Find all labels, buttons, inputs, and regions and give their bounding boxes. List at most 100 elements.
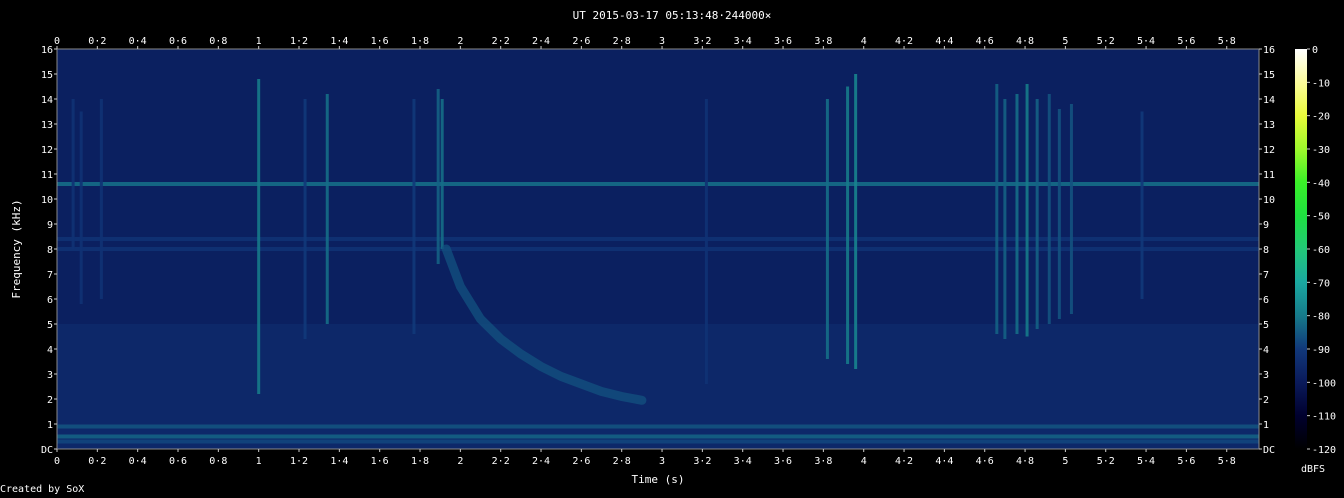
x-tick-label-top: 0·4 <box>129 36 147 47</box>
y-tick-label-left: 1 <box>47 420 53 431</box>
x-tick-label-top: 4·8 <box>1016 36 1034 47</box>
colorbar-tick-label: -90 <box>1312 345 1330 356</box>
x-tick-label-top: 0·8 <box>209 36 227 47</box>
vertical-burst <box>71 99 75 249</box>
x-tick-label-top: 4·4 <box>935 36 953 47</box>
x-tick-label-top: 3·6 <box>774 36 792 47</box>
x-tick-label-top: 2·4 <box>532 36 550 47</box>
x-tick-label-bottom: 2·2 <box>492 456 510 467</box>
colorbar-tick-label: -10 <box>1312 78 1330 89</box>
x-tick-label-bottom: 3·2 <box>693 456 711 467</box>
x-axis-label: Time (s) <box>632 473 685 486</box>
low-frequency-noise-band <box>57 324 1259 449</box>
x-tick-label-top: 5·2 <box>1097 36 1115 47</box>
credit-text: Created by SoX <box>0 484 85 495</box>
y-tick-label-right: 7 <box>1263 270 1269 281</box>
x-tick-label-bottom: 4·4 <box>935 456 953 467</box>
x-tick-label-bottom: 4·2 <box>895 456 913 467</box>
colorbar-tick-label: -30 <box>1312 145 1330 156</box>
y-tick-label-left: 4 <box>47 345 53 356</box>
vertical-burst <box>1057 109 1061 319</box>
x-tick-label-bottom: 2·4 <box>532 456 550 467</box>
vertical-burst <box>1025 84 1029 337</box>
colorbar-tick-label: -20 <box>1312 112 1330 123</box>
vertical-burst <box>303 99 307 339</box>
vertical-burst <box>99 99 103 299</box>
colorbar-label: dBFS <box>1301 464 1325 475</box>
y-tick-label-left: 14 <box>41 95 53 106</box>
x-tick-label-bottom: 3 <box>659 456 665 467</box>
x-tick-label-bottom: 1 <box>256 456 262 467</box>
x-tick-label-top: 4 <box>861 36 867 47</box>
colorbar-tick-label: -110 <box>1312 412 1336 423</box>
vertical-burst <box>440 99 444 249</box>
y-tick-label-left: 9 <box>47 220 53 231</box>
x-tick-label-top: 2 <box>457 36 463 47</box>
y-tick-label-left: 8 <box>47 245 53 256</box>
vertical-burst <box>257 79 261 394</box>
x-tick-label-bottom: 5·6 <box>1177 456 1195 467</box>
colorbar-tick-label: -80 <box>1312 312 1330 323</box>
vertical-burst <box>846 86 850 364</box>
x-tick-label-top: 3·2 <box>693 36 711 47</box>
x-tick-label-bottom: 0·6 <box>169 456 187 467</box>
horizontal-tone-line <box>57 434 1259 439</box>
x-tick-label-top: 1·2 <box>290 36 308 47</box>
horizontal-tone-line <box>57 247 1259 251</box>
vertical-burst <box>436 89 440 264</box>
vertical-burst <box>825 99 829 359</box>
vertical-burst <box>854 74 858 369</box>
colorbar-tick-label: -70 <box>1312 278 1330 289</box>
vertical-burst <box>1047 94 1051 324</box>
x-tick-label-bottom: 4 <box>861 456 867 467</box>
y-tick-label-left: 10 <box>41 195 53 206</box>
y-tick-label-right: 13 <box>1263 120 1275 131</box>
y-tick-label-right: 15 <box>1263 70 1275 81</box>
y-tick-label-left: 6 <box>47 295 53 306</box>
vertical-burst <box>79 111 83 304</box>
x-tick-label-bottom: 0·8 <box>209 456 227 467</box>
x-tick-label-top: 1·4 <box>330 36 348 47</box>
colorbar-scale <box>1295 49 1307 449</box>
x-tick-label-bottom: 1·4 <box>330 456 348 467</box>
y-tick-label-right: 16 <box>1263 45 1275 56</box>
y-tick-label-right: 6 <box>1263 295 1269 306</box>
x-tick-label-top: 0·6 <box>169 36 187 47</box>
x-tick-label-bottom: 0·2 <box>88 456 106 467</box>
y-tick-label-right: 11 <box>1263 170 1275 181</box>
x-tick-label-top: 5·4 <box>1137 36 1155 47</box>
x-tick-label-bottom: 2 <box>457 456 463 467</box>
x-tick-label-top: 4·6 <box>976 36 994 47</box>
y-tick-label-left: 15 <box>41 70 53 81</box>
x-tick-label-bottom: 2·6 <box>572 456 590 467</box>
vertical-burst <box>1035 99 1039 329</box>
y-tick-label-right: 12 <box>1263 145 1275 156</box>
x-tick-label-bottom: 3·8 <box>814 456 832 467</box>
y-tick-label-left: 5 <box>47 320 53 331</box>
x-tick-label-top: 5 <box>1062 36 1068 47</box>
x-tick-label-top: 5·8 <box>1218 36 1236 47</box>
x-tick-label-bottom: 2·8 <box>613 456 631 467</box>
horizontal-tone-line <box>57 237 1259 241</box>
x-tick-label-bottom: 1·2 <box>290 456 308 467</box>
spectrogram-chart: 000·20·20·40·40·60·60·80·8111·21·21·41·4… <box>10 36 1336 486</box>
x-tick-label-bottom: 3·4 <box>734 456 752 467</box>
x-tick-label-top: 4·2 <box>895 36 913 47</box>
y-tick-label-left: 13 <box>41 120 53 131</box>
x-tick-label-top: 3 <box>659 36 665 47</box>
y-tick-label-right: 1 <box>1263 420 1269 431</box>
y-tick-label-right: 5 <box>1263 320 1269 331</box>
x-tick-label-top: 3·4 <box>734 36 752 47</box>
y-tick-label-right: 14 <box>1263 95 1275 106</box>
x-tick-label-bottom: 4·8 <box>1016 456 1034 467</box>
x-tick-label-bottom: 5·4 <box>1137 456 1155 467</box>
y-axis-label: Frequency (kHz) <box>10 199 23 298</box>
colorbar: 0 -10 -20 -30 -40 -50 -60 -70 -80 -90 -100 -110 -120 <box>1295 45 1336 456</box>
x-tick-label-bottom: 1·8 <box>411 456 429 467</box>
y-tick-label-right: 2 <box>1263 395 1269 406</box>
x-tick-label-top: 2·8 <box>613 36 631 47</box>
horizontal-tone-line <box>57 424 1259 429</box>
y-tick-label-right: DC <box>1263 445 1275 456</box>
x-tick-label-top: 0·2 <box>88 36 106 47</box>
x-tick-label-bottom: 4·6 <box>976 456 994 467</box>
